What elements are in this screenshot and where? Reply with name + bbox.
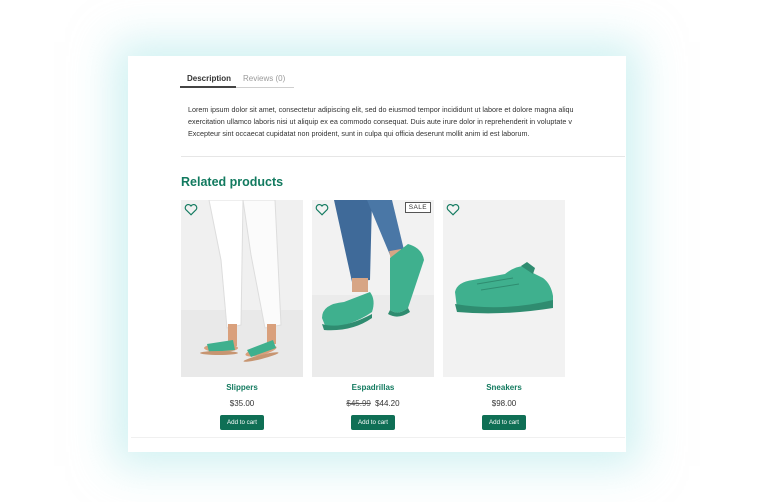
slippers-image	[181, 200, 303, 377]
product-name[interactable]: Sneakers	[443, 383, 565, 392]
tab-active-indicator	[180, 86, 236, 88]
wishlist-heart-icon[interactable]	[315, 203, 329, 216]
product-page-card: Description Reviews (0) Lorem ipsum dolo…	[131, 59, 625, 451]
add-to-cart-button[interactable]: Add to cart	[220, 415, 264, 430]
espadrillas-image	[312, 200, 434, 377]
sneakers-image	[443, 200, 565, 377]
description-line: Excepteur sint occaecat cupidatat non pr…	[188, 129, 530, 138]
product-name[interactable]: Espadrillas	[312, 383, 434, 392]
product-price: $45.99 $44.20	[312, 399, 434, 408]
wishlist-heart-icon[interactable]	[184, 203, 198, 216]
product-card-slippers: Slippers $35.00 Add to cart	[181, 200, 303, 430]
product-image[interactable]	[181, 200, 303, 377]
wishlist-heart-icon[interactable]	[446, 203, 460, 216]
sale-badge: SALE	[404, 202, 431, 213]
description-line: exercitation ullamco laboris nisi ut ali…	[188, 117, 572, 126]
related-products-title: Related products	[181, 175, 284, 189]
product-image[interactable]: SALE	[312, 200, 434, 377]
product-price: $35.00	[181, 399, 303, 408]
add-to-cart-button[interactable]: Add to cart	[351, 415, 395, 430]
current-price: $44.20	[375, 399, 400, 408]
section-divider	[181, 156, 625, 157]
description-line: Lorem ipsum dolor sit amet, consectetur …	[188, 105, 574, 114]
product-image[interactable]	[443, 200, 565, 377]
product-price: $98.00	[443, 399, 565, 408]
footer-divider	[131, 437, 625, 438]
current-price: $35.00	[229, 399, 255, 408]
product-card-espadrillas: SALE Espadrillas $45.99 $44.20 Add to ca…	[312, 200, 434, 430]
add-to-cart-button[interactable]: Add to cart	[482, 415, 526, 430]
current-price: $98.00	[491, 399, 517, 408]
product-name[interactable]: Slippers	[181, 383, 303, 392]
description-text: Lorem ipsum dolor sit amet, consectetur …	[188, 104, 625, 140]
original-price: $45.99	[346, 399, 371, 408]
product-card-sneakers: Sneakers $98.00 Add to cart	[443, 200, 565, 430]
